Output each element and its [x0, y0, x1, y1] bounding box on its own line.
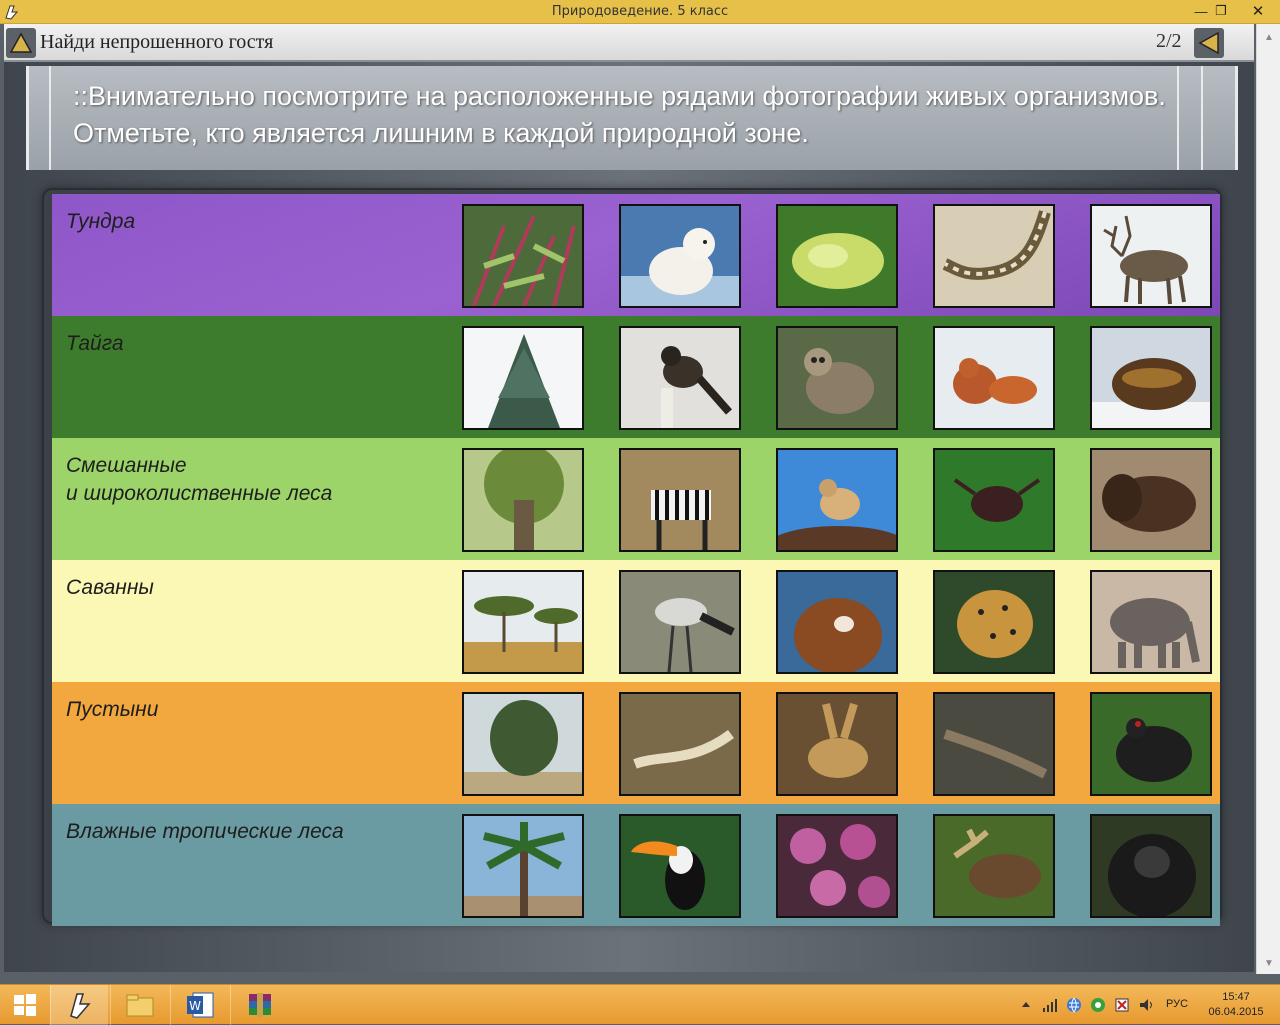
photo-sloth[interactable] [776, 326, 898, 430]
word-icon: W [186, 992, 213, 1018]
page-title: Найди непрошенного гостя [40, 31, 274, 53]
taskbar-app-winrar[interactable] [230, 985, 288, 1025]
globe-icon[interactable] [1066, 997, 1082, 1013]
maximize-button[interactable]: ❐ [1206, 0, 1236, 22]
zone-name: Смешанные и широколиственные леса [66, 454, 333, 505]
instruction-panel: ::Внимательно посмотрите на расположенны… [26, 66, 1238, 170]
language-indicator[interactable]: РУС [1166, 998, 1188, 1010]
photo-jerboa[interactable] [776, 692, 898, 796]
zone-row-tundra: Тундра [52, 194, 1220, 316]
photo-leopard[interactable] [933, 570, 1055, 674]
page-indicator: 2/2 [1156, 30, 1182, 52]
photo-moose[interactable] [933, 814, 1055, 918]
decor-line [1201, 66, 1203, 170]
vertical-scrollbar[interactable]: ▲ ▼ [1256, 24, 1280, 974]
network-signal-icon[interactable] [1042, 997, 1058, 1013]
photo-wolverine[interactable] [1090, 326, 1212, 430]
clock[interactable]: 15:47 06.04.2015 [1208, 990, 1264, 1020]
photo-stag-beetle[interactable] [933, 448, 1055, 552]
zone-name: Пустыни [66, 698, 159, 721]
photo-saxaul-shrub[interactable] [462, 692, 584, 796]
window-titlebar: Природоведение. 5 класс — ❐ ✕ [0, 0, 1280, 24]
photo-toucan[interactable] [619, 814, 741, 918]
zone-row-mixed-forest: Смешанные и широколиственные леса [52, 438, 1220, 560]
photo-snake[interactable] [933, 204, 1055, 308]
photo-capercaillie[interactable] [1090, 692, 1212, 796]
zone-name: Тундра [66, 210, 136, 233]
decor-line [49, 66, 51, 170]
photo-lizard[interactable] [933, 692, 1055, 796]
volume-icon[interactable] [1138, 997, 1154, 1013]
photo-bird-on-rock[interactable] [776, 448, 898, 552]
photo-nutcracker-bird[interactable] [619, 326, 741, 430]
photo-palm-tree[interactable] [462, 814, 584, 918]
photo-reindeer[interactable] [1090, 204, 1212, 308]
zone-name: Влажные тропические леса [66, 820, 344, 843]
start-button[interactable] [0, 985, 50, 1025]
instruction-text: ::Внимательно посмотрите на расположенны… [73, 81, 1166, 148]
previous-page-button[interactable] [1194, 28, 1224, 58]
photo-zebra[interactable] [619, 448, 741, 552]
clock-date: 06.04.2015 [1208, 1006, 1264, 1018]
photo-arctic-fox[interactable] [619, 204, 741, 308]
taskbar-app-explorer[interactable] [110, 985, 168, 1025]
photo-orchids[interactable] [776, 814, 898, 918]
taskbar-app-word[interactable]: W [170, 985, 228, 1025]
photo-acacia-trees[interactable] [462, 570, 584, 674]
zone-row-taiga: Тайга [52, 316, 1220, 438]
photo-tundra-shrub[interactable] [462, 204, 584, 308]
taskbar-app-current[interactable] [50, 985, 108, 1025]
slide: ::Внимательно посмотрите на расположенны… [4, 62, 1254, 972]
photo-gorilla[interactable] [1090, 814, 1212, 918]
app-header: Найди непрошенного гостя 2/2 [4, 24, 1254, 62]
messenger-icon[interactable] [1090, 997, 1106, 1013]
scroll-up-icon[interactable]: ▲ [1257, 28, 1280, 48]
zone-name: Тайга [66, 332, 124, 355]
triangle-left-icon [1198, 31, 1219, 55]
zone-name: Саванны [66, 576, 154, 599]
photo-brown-bear[interactable] [776, 570, 898, 674]
close-button[interactable]: ✕ [1236, 0, 1280, 22]
window-title: Природоведение. 5 класс [551, 4, 729, 19]
photo-secretary-bird[interactable] [619, 570, 741, 674]
photo-oak-tree[interactable] [462, 448, 584, 552]
photo-moss-lichen[interactable] [776, 204, 898, 308]
clock-time: 15:47 [1222, 991, 1250, 1003]
scroll-down-icon[interactable]: ▼ [1257, 954, 1280, 974]
folder-icon [126, 994, 153, 1017]
photo-squirrel[interactable] [933, 326, 1055, 430]
app-icon [69, 993, 91, 1019]
photo-spruce-tree[interactable] [462, 326, 584, 430]
zone-row-rainforest: Влажные тропические леса [52, 804, 1220, 926]
triangle-up-icon [9, 32, 33, 53]
photo-bison[interactable] [1090, 448, 1212, 552]
zone-row-savanna: Саванны [52, 560, 1220, 682]
decor-line [1177, 66, 1179, 170]
menu-up-button[interactable] [6, 28, 36, 58]
show-hidden-icons-icon[interactable] [1018, 997, 1034, 1013]
action-center-icon[interactable] [1114, 997, 1130, 1013]
system-tray: РУС 15:47 06.04.2015 [1014, 985, 1280, 1025]
archive-icon [248, 993, 271, 1017]
photo-elephant[interactable] [1090, 570, 1212, 674]
zone-row-desert: Пустыни [52, 682, 1220, 804]
windows-logo-icon [14, 994, 36, 1016]
taskbar: W РУС 15:47 06.04.2015 [0, 984, 1280, 1025]
zones-table: Тундра Тайга Смешанные и широколиственны… [42, 188, 1222, 926]
svg-text:W: W [189, 999, 201, 1013]
photo-monitor-lizard[interactable] [619, 692, 741, 796]
